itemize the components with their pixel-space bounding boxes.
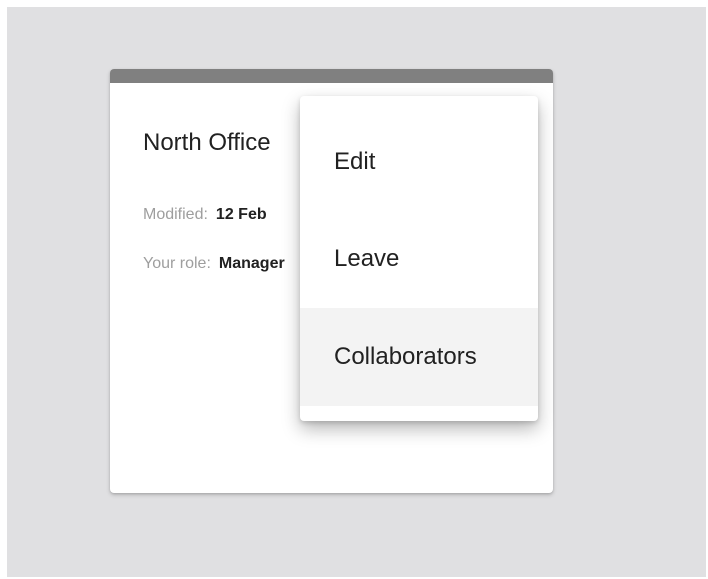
menu-item-leave[interactable]: Leave xyxy=(300,210,538,308)
context-menu: Edit Leave Collaborators xyxy=(300,96,538,421)
role-row: Your role: Manager xyxy=(143,255,285,273)
role-label: Your role: xyxy=(143,255,211,272)
card-title: North Office xyxy=(143,129,271,156)
modified-value: 12 Feb xyxy=(215,206,267,223)
role-value: Manager xyxy=(218,255,285,272)
modified-row: Modified: 12 Feb xyxy=(143,206,267,224)
card-header-bar xyxy=(110,69,553,83)
modified-label: Modified: xyxy=(143,206,208,223)
menu-item-edit[interactable]: Edit xyxy=(300,113,538,211)
menu-item-collaborators[interactable]: Collaborators xyxy=(300,308,538,406)
page-background: North Office Modified: 12 Feb Your role: M… xyxy=(7,7,706,577)
